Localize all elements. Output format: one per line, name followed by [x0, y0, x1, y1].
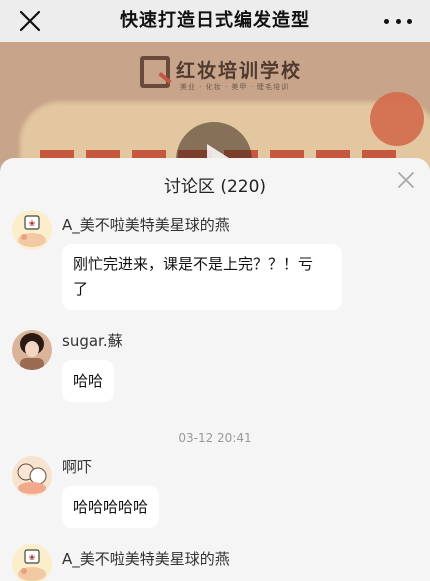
avatar[interactable]	[12, 330, 52, 370]
message-bubble[interactable]: 刚忙完进来，课是不是上完？？！亏 了	[62, 244, 342, 310]
message-text: 刚忙完进来，课是不是上完？？！亏	[73, 255, 314, 273]
message-bubble[interactable]: 哈哈哈哈哈	[62, 486, 160, 528]
school-logo-icon	[140, 56, 170, 88]
sender-name: sugar.蘇	[62, 332, 123, 350]
school-slogan: 美业 · 化妆 · 美甲 · 睫毛培训	[180, 83, 290, 91]
decorative-circle	[370, 92, 424, 146]
avatar[interactable]	[12, 456, 52, 496]
message-text: 哈哈	[73, 372, 104, 390]
message-bubble[interactable]: 哈哈	[62, 360, 115, 402]
school-brand-name: 红妆培训学校	[176, 60, 303, 82]
sender-name: A_美不啦美特美星球的燕	[62, 550, 230, 568]
message-text: 了	[73, 280, 89, 298]
top-nav-bar: 快速打造日式编发造型	[0, 0, 430, 42]
svg-text:❀: ❀	[29, 219, 36, 228]
discussion-panel: 讨论区 (220) ❀ A_美不啦美特美星球的燕 刚忙完进来，课是不是上完？？！…	[0, 158, 430, 581]
message-text: 哈哈哈哈哈	[73, 498, 149, 516]
avatar[interactable]: ❀	[12, 210, 52, 250]
avatar[interactable]: ❀	[12, 544, 52, 581]
sender-name: 啊吓	[62, 458, 93, 476]
sender-name: A_美不啦美特美星球的燕	[62, 216, 230, 234]
close-discussion-icon[interactable]	[396, 170, 416, 190]
close-icon[interactable]	[16, 7, 44, 35]
more-options-icon[interactable]	[384, 12, 412, 30]
discussion-title: 讨论区 (220)	[163, 177, 267, 197]
message-timestamp: 03-12 20:41	[178, 431, 252, 445]
svg-text:❀: ❀	[29, 553, 36, 562]
page-title: 快速打造日式编发造型	[120, 10, 310, 31]
